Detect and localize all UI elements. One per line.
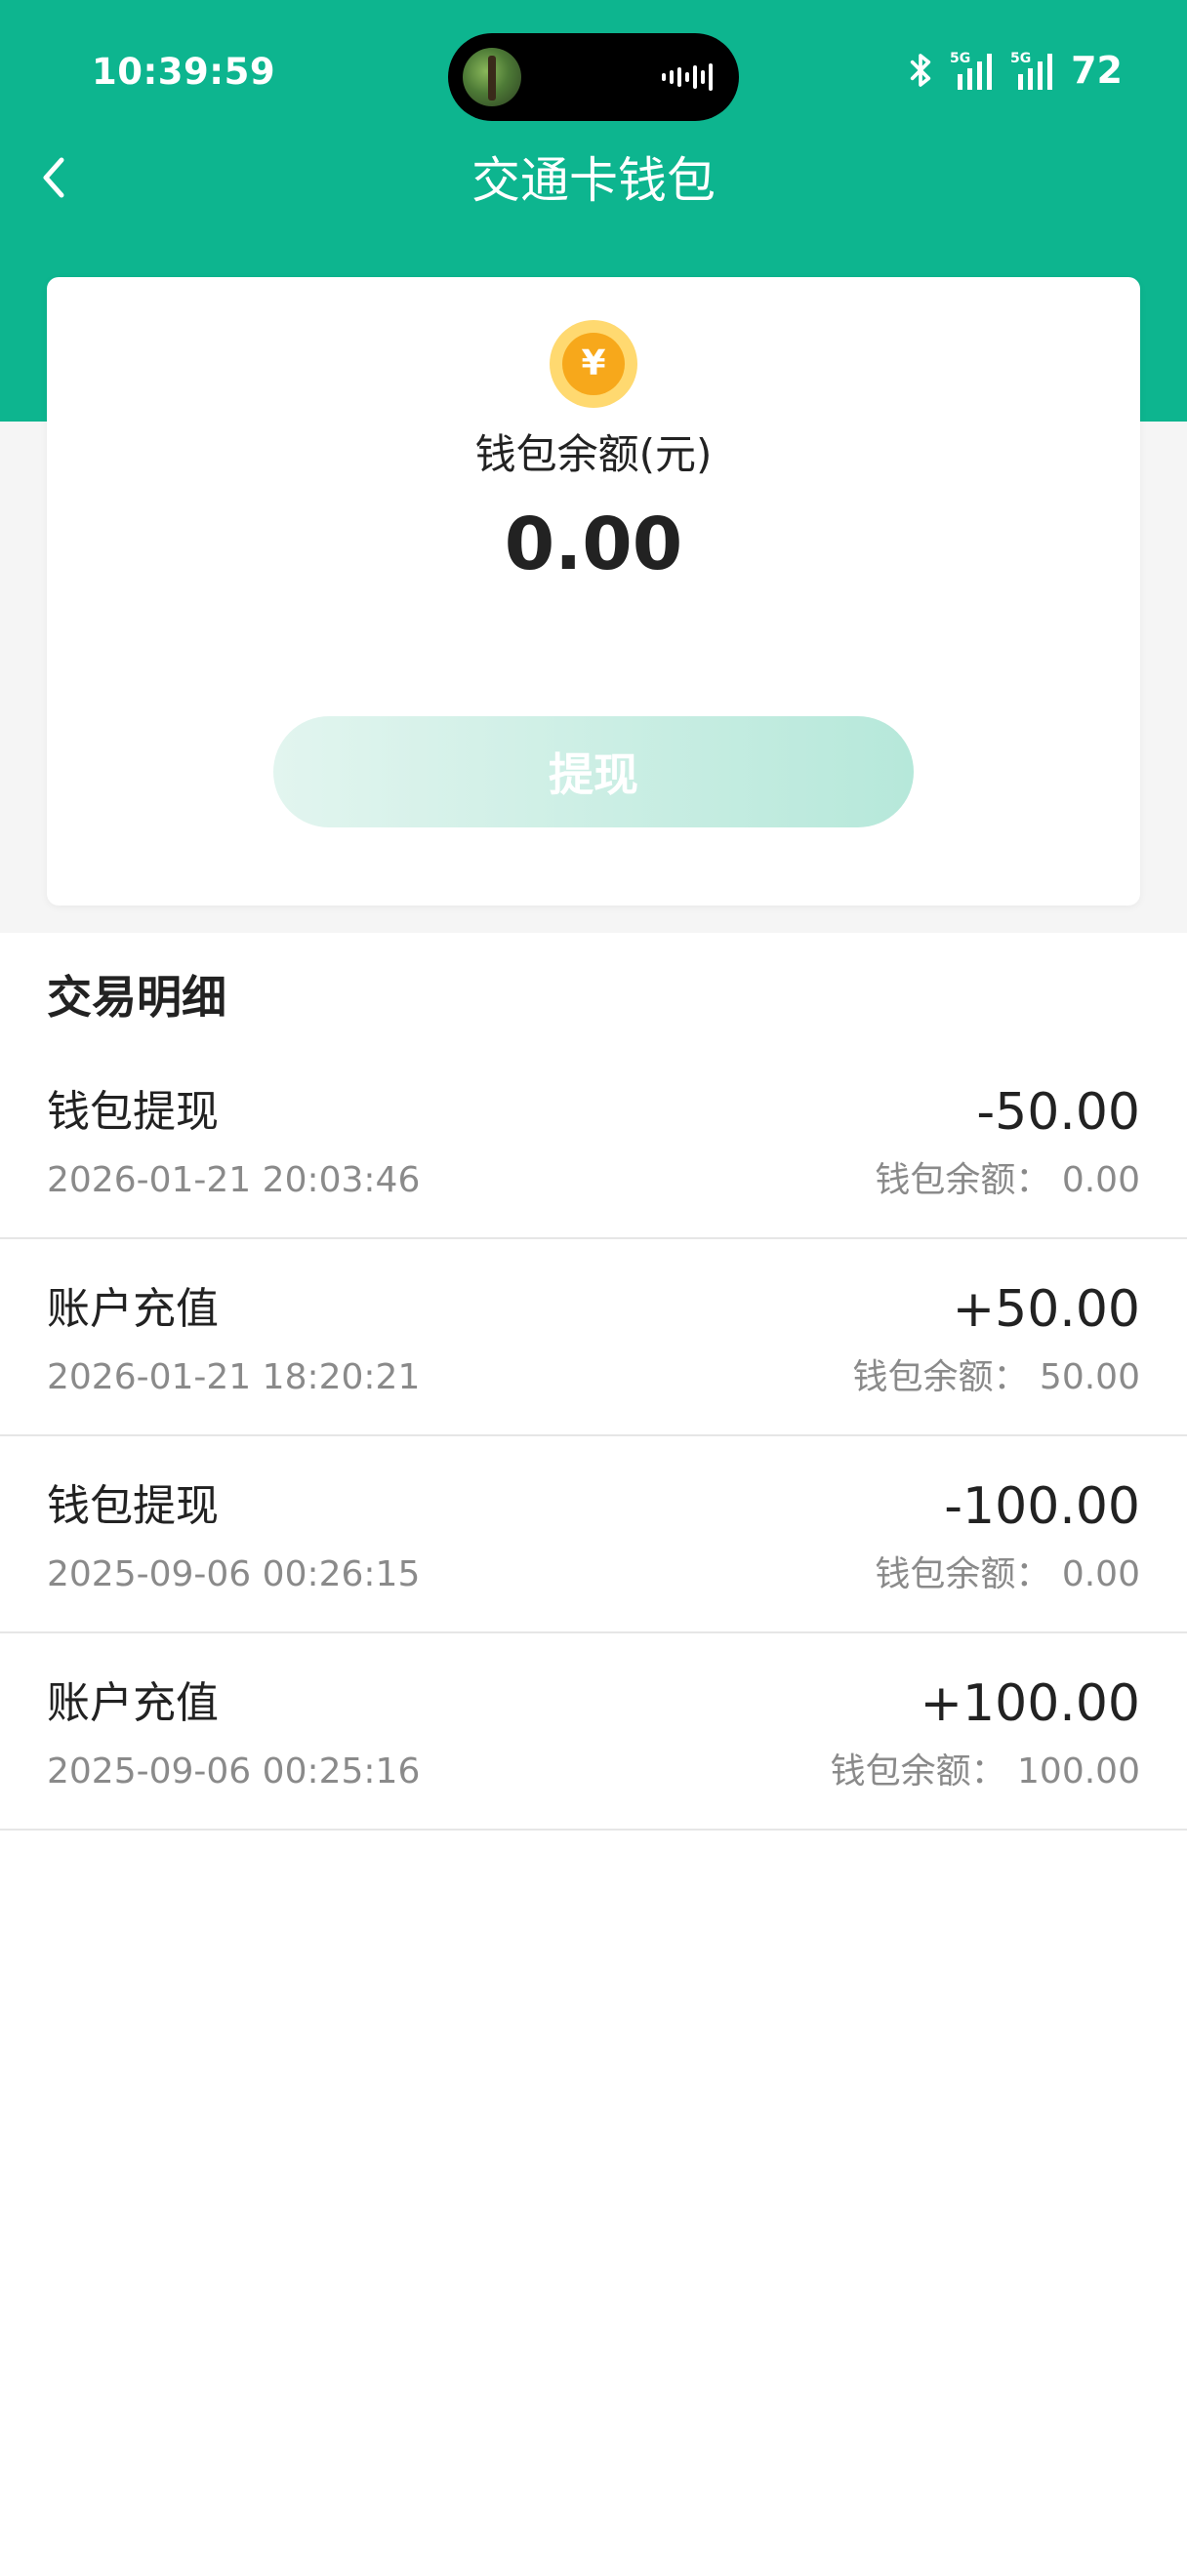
transaction-time: 2026-01-21 20:03:46 — [47, 1160, 421, 1200]
transaction-time: 2026-01-21 18:20:21 — [47, 1357, 421, 1397]
yuan-coin-icon: ¥ — [550, 320, 637, 408]
withdraw-button[interactable]: 提现 — [273, 716, 914, 827]
svg-text:5G: 5G — [950, 51, 970, 66]
transaction-balance: 钱包余额： 50.00 — [852, 1357, 1140, 1397]
transaction-type: 钱包提现 — [47, 1087, 219, 1137]
audio-waveform-icon — [662, 63, 713, 91]
transaction-balance: 钱包余额： 100.00 — [830, 1751, 1140, 1791]
transaction-balance: 钱包余额： 0.00 — [875, 1160, 1140, 1200]
transaction-list: 钱包提现 2026-01-21 20:03:46 -50.00 钱包余额： 0.… — [0, 1042, 1187, 1831]
transaction-amount: +50.00 — [952, 1280, 1140, 1339]
battery-level: 72 — [1071, 49, 1123, 92]
yuan-symbol: ¥ — [562, 333, 625, 395]
status-indicators: 5G 5G 72 — [901, 47, 1123, 94]
wallet-balance-card: ¥ 钱包余额(元) 0.00 提现 — [47, 277, 1140, 906]
dynamic-island[interactable] — [448, 33, 739, 121]
transaction-balance: 钱包余额： 0.00 — [875, 1554, 1140, 1594]
signal-5g-icon-secondary: 5G — [1010, 51, 1053, 90]
transaction-type: 账户充值 — [47, 1284, 219, 1334]
transaction-row[interactable]: 钱包提现 2025-09-06 00:26:15 -100.00 钱包余额： 0… — [0, 1436, 1187, 1633]
transaction-amount: -100.00 — [944, 1477, 1140, 1536]
transaction-amount: +100.00 — [920, 1674, 1140, 1733]
page-title: 交通卡钱包 — [471, 152, 716, 209]
signal-5g-icon: 5G — [950, 51, 993, 90]
balance-value: 0.00 — [504, 503, 683, 586]
transaction-row[interactable]: 钱包提现 2026-01-21 20:03:46 -50.00 钱包余额： 0.… — [0, 1042, 1187, 1239]
album-art-icon — [463, 48, 521, 106]
transaction-amount: -50.00 — [976, 1083, 1140, 1142]
transaction-type: 钱包提现 — [47, 1481, 219, 1531]
transaction-row[interactable]: 账户充值 2026-01-21 18:20:21 +50.00 钱包余额： 50… — [0, 1239, 1187, 1436]
status-time: 10:39:59 — [92, 51, 276, 93]
transaction-row[interactable]: 账户充值 2025-09-06 00:25:16 +100.00 钱包余额： 1… — [0, 1633, 1187, 1831]
transaction-time: 2025-09-06 00:25:16 — [47, 1751, 421, 1791]
balance-label: 钱包余额(元) — [474, 430, 713, 478]
transactions-title: 交易明细 — [47, 971, 226, 1024]
svg-text:5G: 5G — [1010, 51, 1031, 66]
bluetooth-icon — [910, 54, 931, 87]
transaction-type: 账户充值 — [47, 1678, 219, 1728]
transaction-time: 2025-09-06 00:26:15 — [47, 1554, 421, 1594]
